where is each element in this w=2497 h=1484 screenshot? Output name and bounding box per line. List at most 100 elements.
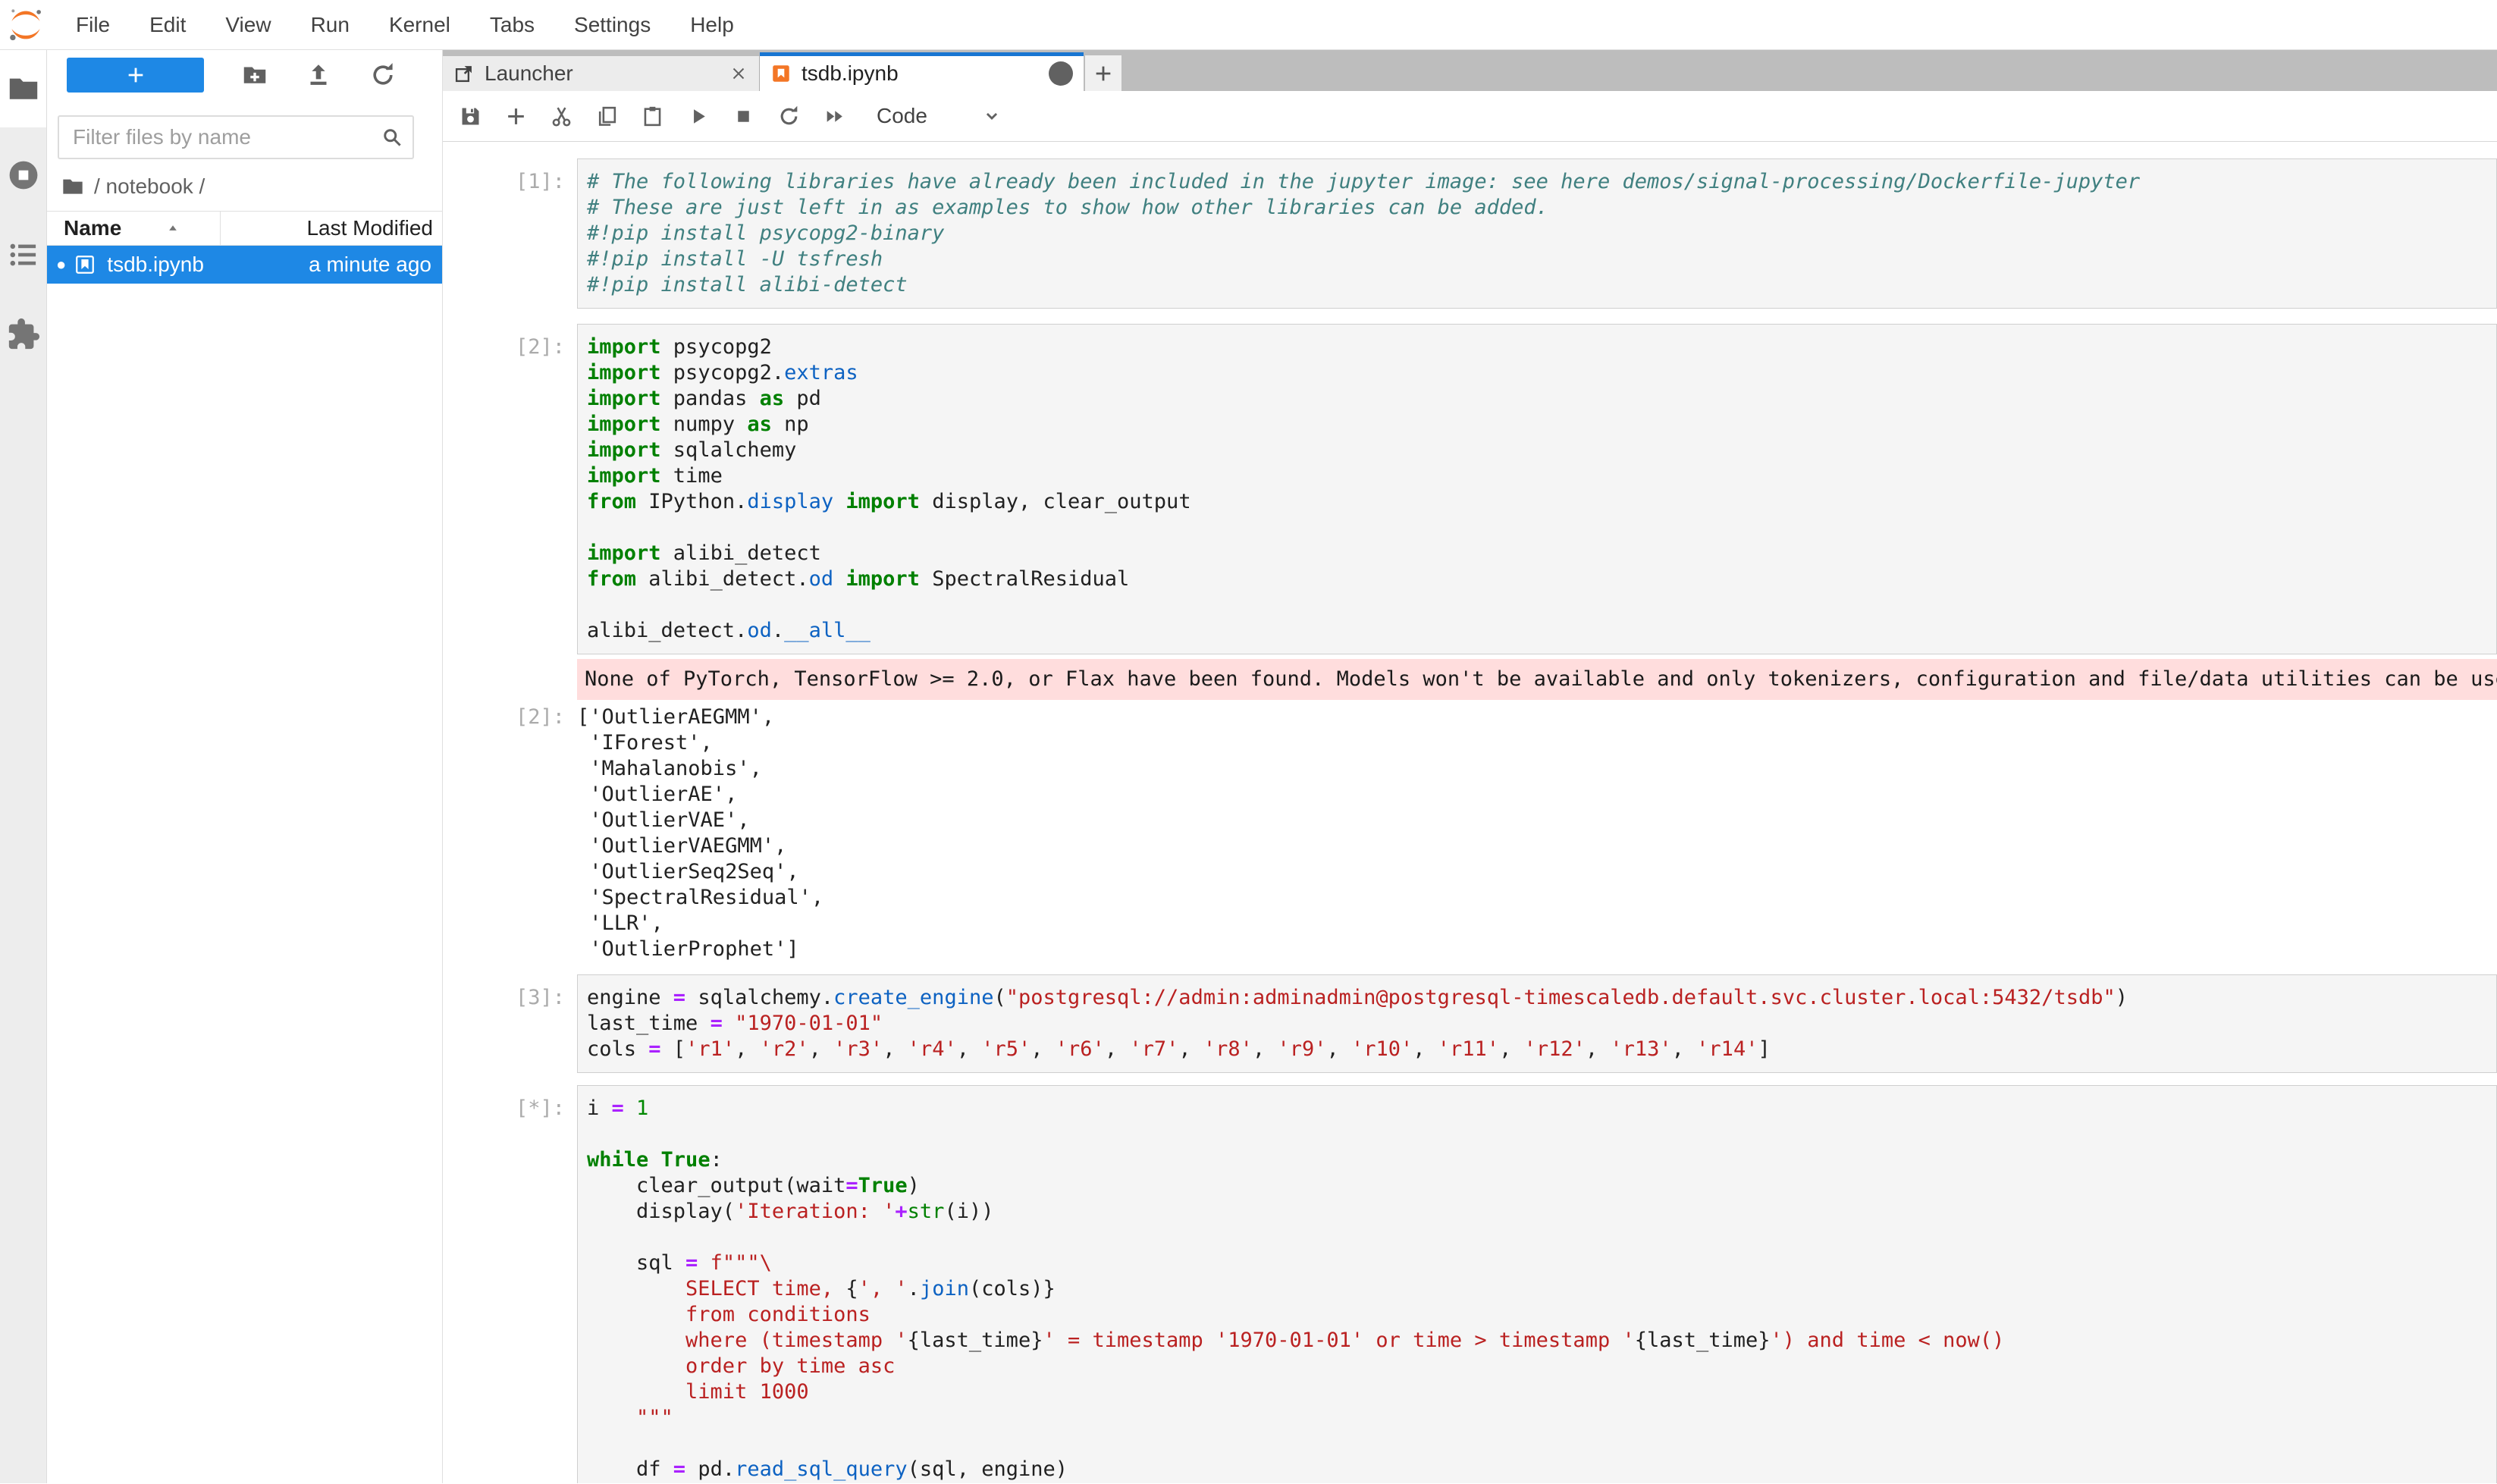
- sidebar-tab-extension-manager[interactable]: [6, 317, 41, 352]
- code-line: #!pip install -U tsfresh: [587, 246, 2496, 272]
- code-line: engine = sqlalchemy.create_engine("postg…: [587, 985, 2496, 1011]
- menu-help[interactable]: Help: [670, 1, 754, 49]
- code-line: clear_output(wait=True): [587, 1173, 2496, 1199]
- breadcrumb[interactable]: / notebook /: [61, 173, 442, 200]
- sort-ascending-icon: [165, 221, 180, 236]
- code-line: [587, 515, 2496, 541]
- save-button[interactable]: [450, 96, 490, 136]
- sidebar-tab-file-browser[interactable]: [0, 50, 46, 127]
- file-browser-panel: / notebook / Name Last Modified ●tsdb.ip…: [47, 50, 443, 1483]
- refresh-icon: [777, 105, 801, 128]
- sidebar-tab-table-of-contents[interactable]: [6, 237, 41, 272]
- menu-bar-items: FileEditViewRunKernelTabsSettingsHelp: [56, 1, 754, 49]
- code-line: import psycopg2.extras: [587, 360, 2496, 386]
- file-toolbar-icons: [204, 61, 433, 89]
- stderr-output: None of PyTorch, TensorFlow >= 2.0, or F…: [577, 659, 2497, 700]
- tab-launcher[interactable]: Launcher: [443, 56, 760, 91]
- column-name-header[interactable]: Name: [47, 212, 221, 245]
- filter-files-input[interactable]: [71, 124, 381, 150]
- menu-tabs[interactable]: Tabs: [470, 1, 554, 49]
- copy-icon: [595, 105, 619, 128]
- cell-type-select[interactable]: Code: [877, 104, 1002, 128]
- interrupt-kernel-button[interactable]: [723, 96, 763, 136]
- code-line: display('Iteration: '+str(i)): [587, 1199, 2496, 1225]
- code-line: #!pip install psycopg2-binary: [587, 221, 2496, 246]
- code-line: where (timestamp '{last_time}' = timesta…: [587, 1328, 2496, 1354]
- folder-icon: [6, 71, 41, 106]
- menu-kernel[interactable]: Kernel: [369, 1, 470, 49]
- file-list: ●tsdb.ipynba minute ago: [47, 246, 442, 284]
- code-line: df = df.fillna(method='ffill'): [587, 1482, 2496, 1483]
- code-line: last_time = "1970-01-01": [587, 1011, 2496, 1037]
- code-editor[interactable]: engine = sqlalchemy.create_engine("postg…: [577, 974, 2497, 1073]
- close-icon[interactable]: [729, 64, 748, 83]
- code-line: # The following libraries have already b…: [587, 169, 2496, 195]
- cell-prompt: [1]:: [443, 158, 577, 309]
- code-line: from conditions: [587, 1302, 2496, 1328]
- notebook-cell: [3]: engine = sqlalchemy.create_engine("p…: [443, 974, 2497, 1073]
- upload-icon: [305, 61, 332, 89]
- cell-prompt: [3]:: [443, 974, 577, 1073]
- notebook-orange-icon: [770, 63, 792, 84]
- plus-icon: [1093, 63, 1114, 84]
- code-line: sql = f"""\: [587, 1250, 2496, 1276]
- code-line: # These are just left in as examples to …: [587, 195, 2496, 221]
- menu-run[interactable]: Run: [291, 1, 369, 49]
- launcher-icon: [453, 63, 475, 84]
- upload-button[interactable]: [305, 61, 332, 89]
- code-editor[interactable]: i = 1 while True: clear_output(wait=True…: [577, 1085, 2497, 1483]
- code-editor[interactable]: import psycopg2import psycopg2.extrasimp…: [577, 324, 2497, 654]
- chevron-down-icon: [982, 106, 1002, 126]
- sidebar-tab-running-kernels[interactable]: [6, 158, 41, 193]
- menu-view[interactable]: View: [205, 1, 290, 49]
- folder-icon: [61, 174, 85, 199]
- refresh-button[interactable]: [369, 61, 397, 89]
- restart-kernel-button[interactable]: [769, 96, 808, 136]
- file-browser-toolbar: [67, 58, 433, 93]
- file-row[interactable]: ●tsdb.ipynba minute ago: [47, 246, 442, 284]
- menu-settings[interactable]: Settings: [554, 1, 670, 49]
- file-name: tsdb.ipynb: [107, 253, 204, 277]
- new-tab-button[interactable]: [1085, 55, 1121, 91]
- code-line: #!pip install alibi-detect: [587, 272, 2496, 298]
- tab-bar: Launchertsdb.ipynb: [443, 50, 2497, 91]
- puzzle-icon: [6, 317, 41, 352]
- tab-tsdb-ipynb[interactable]: tsdb.ipynb: [760, 52, 1084, 91]
- plus-icon: [125, 64, 146, 86]
- restart-run-all-button[interactable]: [814, 96, 854, 136]
- folder-plus-icon: [241, 61, 268, 89]
- plus-icon: [504, 105, 528, 128]
- code-line: import psycopg2: [587, 334, 2496, 360]
- filter-box: [58, 115, 414, 159]
- menu-file[interactable]: File: [56, 1, 130, 49]
- copy-cells-button[interactable]: [587, 96, 626, 136]
- code-line: import pandas as pd: [587, 386, 2496, 412]
- new-folder-button[interactable]: [241, 61, 268, 89]
- notebook-toolbar: Code: [443, 91, 2497, 142]
- paste-icon: [641, 105, 664, 128]
- code-line: from IPython.display import display, cle…: [587, 489, 2496, 515]
- jupyter-logo-icon: [6, 5, 45, 45]
- refresh-icon: [369, 61, 397, 89]
- code-line: import numpy as np: [587, 412, 2496, 438]
- insert-cell-button[interactable]: [496, 96, 535, 136]
- code-line: import time: [587, 463, 2496, 489]
- dirty-indicator[interactable]: [1049, 61, 1073, 86]
- code-line: i = 1: [587, 1096, 2496, 1122]
- activity-bar-rest: [0, 127, 46, 1483]
- run-cell-button[interactable]: [678, 96, 717, 136]
- code-line: [587, 1225, 2496, 1250]
- code-line: from alibi_detect.od import SpectralResi…: [587, 566, 2496, 592]
- paste-cells-button[interactable]: [632, 96, 672, 136]
- code-editor[interactable]: # The following libraries have already b…: [577, 158, 2497, 309]
- cut-icon: [550, 105, 573, 128]
- notebook-content: [1]: # The following libraries have alrea…: [443, 142, 2497, 1483]
- cut-cells-button[interactable]: [541, 96, 581, 136]
- cell-prompt: [2]:: [443, 704, 577, 962]
- stop-icon: [732, 105, 755, 128]
- menu-edit[interactable]: Edit: [130, 1, 205, 49]
- column-last-modified-header[interactable]: Last Modified: [221, 212, 442, 245]
- search-icon: [381, 126, 403, 149]
- new-launcher-button[interactable]: [67, 58, 204, 93]
- cell-prompt: [2]:: [443, 324, 577, 654]
